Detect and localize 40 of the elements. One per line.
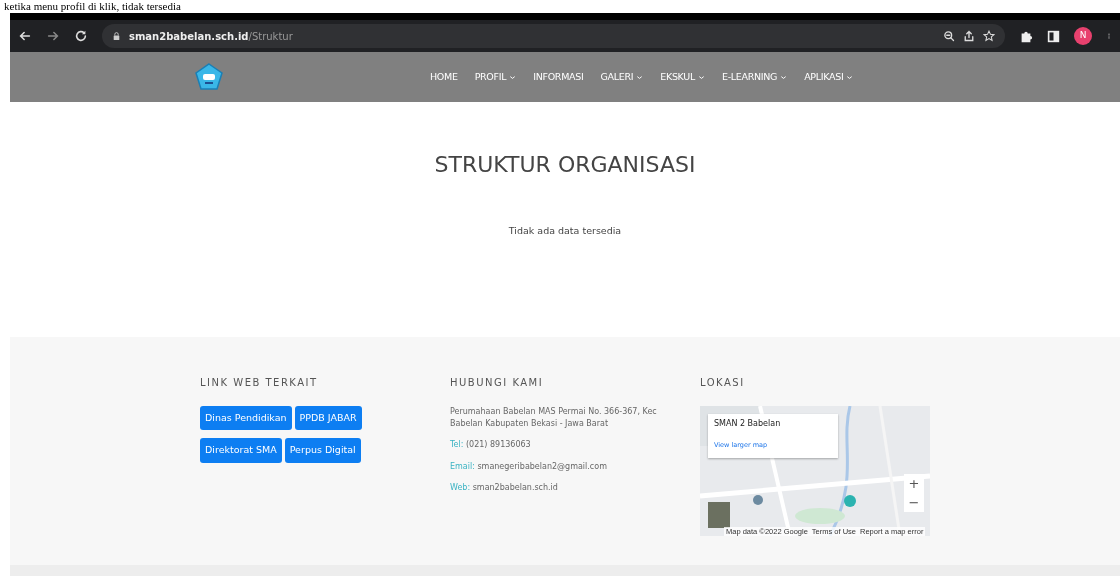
chevron-down-icon [697,73,705,81]
star-icon[interactable] [983,30,995,42]
address-bar[interactable]: sman2babelan.sch.id/Struktur [102,24,1005,48]
contact-text: Perumahaan Babelan MAS Permai No. 366-367, Kec Babelan Kabupaten Bekasi - Jawa Barat [450,406,658,430]
page-title: STRUKTUR ORGANISASI [433,152,697,179]
nav-link[interactable]: E-LEARNING [721,69,788,85]
caption-text: ketika menu profil di klik, tidak tersedia [4,0,181,12]
link-button[interactable]: Direktorat SMA [200,438,282,463]
nav-link[interactable]: EKSKUL [660,69,705,85]
chevron-down-icon [846,73,854,81]
empty-message: Tidak ada data tersedia [508,224,622,239]
nav-link[interactable]: HOME [430,69,458,85]
zoom-icon[interactable] [943,30,955,42]
link-button[interactable]: Perpus Digital [284,438,361,463]
contact-text: Tel: (021) 89136063 [450,439,532,451]
reload-icon[interactable] [74,29,88,43]
section-heading: LINK WEB TERKAIT [200,376,318,390]
map-place-name: SMAN 2 Babelan [714,418,782,430]
profile-avatar[interactable]: N [1074,27,1092,45]
nav-link[interactable]: PROFIL [474,69,517,85]
chevron-down-icon [636,73,644,81]
section-heading: LOKASI [700,376,745,390]
section-heading: HUBUNGI KAMI [450,376,544,390]
contact-text: Web: sman2babelan.sch.id [450,482,559,494]
chevron-down-icon [509,73,517,81]
lock-icon [112,31,121,41]
link-button[interactable]: Dinas Pendidikan [200,406,292,431]
chevron-down-icon [780,73,788,81]
url-text: sman2babelan.sch.id/Struktur [129,29,293,44]
contact-text: Email: smanegeribabelan2@gmail.com [450,460,608,473]
share-icon[interactable] [963,30,975,42]
link-button[interactable]: PPDB JABAR [294,406,362,431]
school-logo[interactable] [193,62,225,92]
puzzle-icon[interactable] [1019,29,1033,43]
side-panel-icon[interactable] [1047,29,1060,43]
forward-icon[interactable] [46,29,60,43]
nav-link[interactable]: APLIKASI [804,69,854,85]
back-icon[interactable] [18,29,32,43]
nav-link[interactable]: GALERI [600,69,644,85]
nav-link[interactable]: INFORMASI [533,69,584,85]
